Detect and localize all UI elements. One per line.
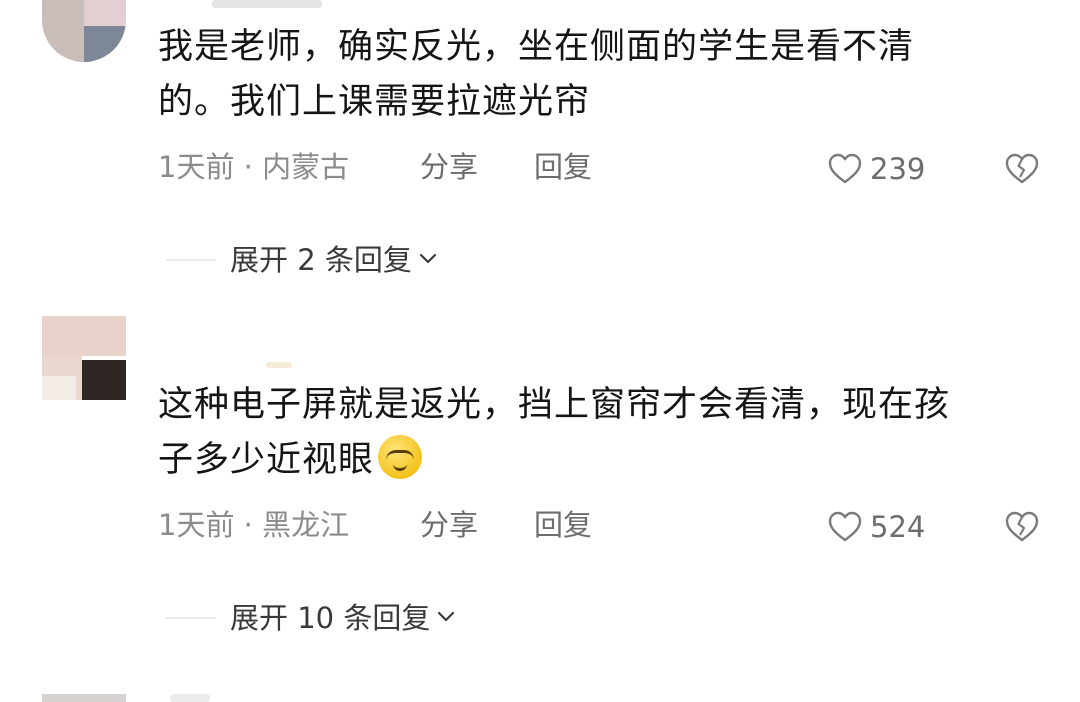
avatar[interactable] (42, 694, 126, 702)
divider (166, 617, 216, 619)
comment-text-line: 子多少近视眼 (158, 433, 1038, 488)
comment-meta: 1天前 · 黑龙江 (158, 508, 350, 542)
share-button[interactable]: 分享 (420, 147, 478, 187)
username-blurred (266, 362, 292, 368)
username-blurred (170, 694, 210, 702)
expand-replies-label: 展开 2 条回复 (230, 243, 412, 277)
chevron-down-icon (416, 240, 440, 280)
smirk-emoji-icon (378, 435, 423, 479)
expand-replies-label: 展开 10 条回复 (230, 601, 431, 635)
comment-text: 这种电子屏就是返光，挡上窗帘才会看清，现在孩 子多少近视眼 (158, 378, 1038, 488)
avatar[interactable] (42, 0, 126, 62)
divider (166, 259, 216, 261)
heart-outline-icon (828, 511, 862, 543)
expand-replies-row: 展开 10 条回复 (166, 598, 458, 638)
avatar[interactable] (42, 316, 126, 400)
like-button[interactable]: 239 (828, 149, 925, 189)
like-button[interactable]: 524 (828, 507, 925, 547)
comment-item (0, 694, 1080, 702)
comment-text-line: 我是老师，确实反光，坐在侧面的学生是看不清 (158, 27, 915, 67)
reply-button[interactable]: 回复 (534, 147, 592, 187)
like-count: 239 (870, 152, 926, 186)
like-count: 524 (870, 510, 926, 544)
reply-button[interactable]: 回复 (534, 505, 592, 545)
comment-text-line: 这种电子屏就是返光，挡上窗帘才会看清，现在孩 (158, 385, 951, 425)
chevron-down-icon (434, 598, 458, 638)
share-button[interactable]: 分享 (420, 505, 478, 545)
broken-heart-icon (1005, 511, 1039, 543)
expand-replies-button[interactable]: 展开 2 条回复 (230, 240, 440, 280)
dislike-button[interactable] (1004, 507, 1040, 547)
comment-meta: 1天前 · 内蒙古 (158, 150, 350, 184)
comment-text-line: 的。我们上课需要拉遮光帘 (158, 82, 591, 122)
expand-replies-button[interactable]: 展开 10 条回复 (230, 598, 458, 638)
comment-item: 我是老师，确实反光，坐在侧面的学生是看不清 的。我们上课需要拉遮光帘 1天前 ·… (0, 0, 1080, 300)
expand-replies-row: 展开 2 条回复 (166, 240, 440, 280)
comment-text: 我是老师，确实反光，坐在侧面的学生是看不清 的。我们上课需要拉遮光帘 (158, 20, 1038, 130)
dislike-button[interactable] (1004, 149, 1040, 189)
broken-heart-icon (1005, 153, 1039, 185)
heart-outline-icon (828, 153, 862, 185)
comment-item: 这种电子屏就是返光，挡上窗帘才会看清，现在孩 子多少近视眼 1天前 · 黑龙江 … (0, 316, 1080, 646)
username-blurred (212, 0, 322, 8)
